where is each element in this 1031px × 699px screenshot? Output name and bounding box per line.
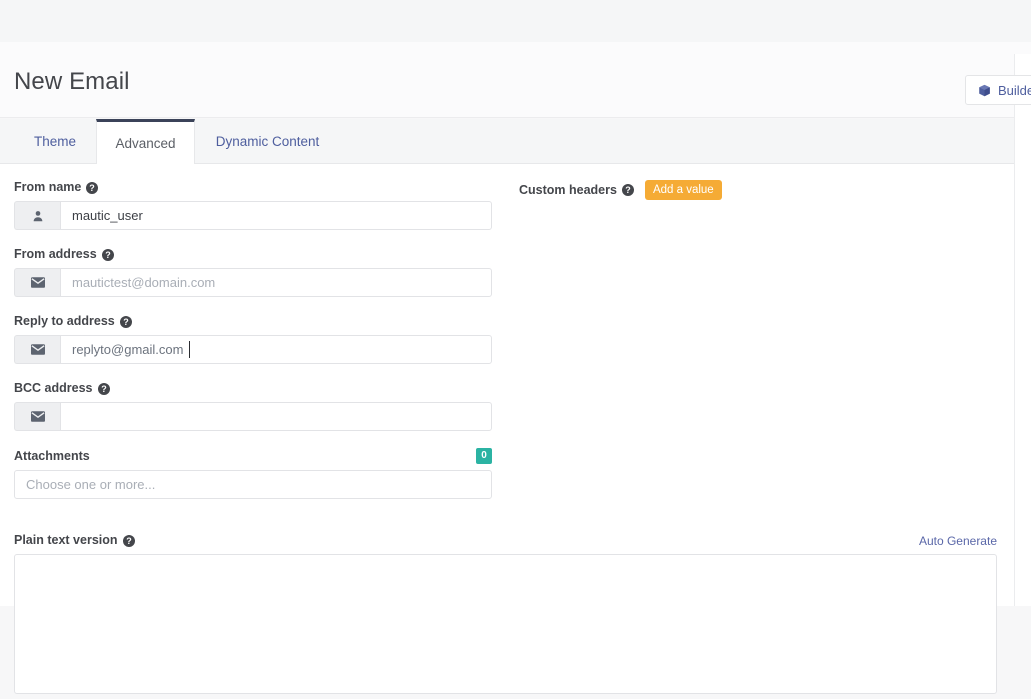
svg-text:?: ?: [105, 250, 111, 260]
left-form-column: From name ? From address ?: [14, 180, 492, 516]
svg-text:?: ?: [101, 384, 107, 394]
envelope-icon: [14, 335, 60, 364]
svg-text:?: ?: [90, 183, 96, 193]
attachments-select[interactable]: Choose one or more...: [14, 470, 492, 499]
attachments-label-row: Attachments 0: [14, 448, 492, 464]
browser-secondary-strip: [0, 42, 1031, 54]
tab-theme[interactable]: Theme: [14, 119, 96, 164]
page-title: New Email: [14, 68, 130, 95]
help-icon[interactable]: ?: [101, 248, 114, 261]
tab-theme-label: Theme: [33, 134, 77, 149]
help-icon[interactable]: ?: [621, 184, 634, 196]
envelope-icon: [14, 402, 60, 431]
user-icon: [14, 201, 60, 230]
add-a-value-button[interactable]: Add a value: [644, 180, 722, 200]
from-name-label-text: From name: [14, 180, 82, 194]
bcc-address-group: BCC address ?: [14, 381, 492, 431]
attachments-label: Attachments: [14, 449, 90, 464]
reply-to-address-group: Reply to address ?: [14, 314, 492, 364]
attachments-group: Attachments 0 Choose one or more...: [14, 448, 492, 499]
from-address-label: From address ?: [14, 247, 492, 262]
browser-top-strip: [0, 0, 1031, 42]
page-right-gutter: [1014, 54, 1031, 606]
help-icon[interactable]: ?: [122, 534, 135, 547]
custom-headers-label-text: Custom headers: [519, 182, 617, 197]
bcc-address-label-text: BCC address: [14, 381, 93, 395]
cube-icon: [978, 84, 991, 97]
attachments-placeholder: Choose one or more...: [26, 477, 156, 492]
right-form-column: Custom headers ? Add a value: [519, 180, 997, 217]
text-caret: [189, 341, 190, 358]
builder-button[interactable]: Builder: [965, 75, 1031, 105]
bcc-address-input-group: [14, 402, 492, 431]
custom-headers-label: Custom headers ? Add a value: [519, 180, 997, 200]
svg-text:?: ?: [126, 536, 132, 546]
from-address-label-text: From address: [14, 247, 97, 261]
help-icon[interactable]: ?: [86, 181, 99, 194]
reply-to-address-label: Reply to address ?: [14, 314, 492, 329]
from-name-group: From name ?: [14, 180, 492, 230]
from-name-input[interactable]: [60, 201, 492, 230]
tab-dynamic-content[interactable]: Dynamic Content: [195, 119, 340, 164]
from-name-input-group: [14, 201, 492, 230]
attachments-label-text: Attachments: [14, 448, 90, 463]
tab-advanced[interactable]: Advanced: [96, 119, 195, 165]
reply-to-address-input[interactable]: [60, 335, 492, 364]
custom-headers-group: Custom headers ? Add a value: [519, 180, 997, 200]
help-icon[interactable]: ?: [97, 382, 110, 395]
plain-text-label: Plain text version ?: [14, 533, 135, 548]
from-address-input-group: [14, 268, 492, 297]
help-icon[interactable]: ?: [119, 315, 132, 328]
auto-generate-link[interactable]: Auto Generate: [919, 534, 997, 548]
tab-dynamic-content-label: Dynamic Content: [215, 134, 320, 149]
from-address-input[interactable]: [60, 268, 492, 297]
from-name-label: From name ?: [14, 180, 492, 195]
advanced-tab-panel: From name ? From address ?: [0, 164, 1014, 694]
bcc-address-input[interactable]: [60, 402, 492, 431]
plain-text-version-group: Plain text version ? Auto Generate: [14, 533, 997, 699]
from-address-group: From address ?: [14, 247, 492, 297]
page-header: New Email: [0, 54, 1014, 118]
plain-text-textarea[interactable]: [14, 554, 997, 694]
tab-advanced-label: Advanced: [115, 136, 176, 151]
plain-text-label-text: Plain text version: [14, 533, 118, 547]
svg-text:?: ?: [625, 185, 631, 195]
builder-button-label: Builder: [998, 82, 1031, 98]
tab-bar: Theme Advanced Dynamic Content: [0, 119, 1014, 165]
reply-to-address-input-group: [14, 335, 492, 364]
reply-to-address-label-text: Reply to address: [14, 314, 115, 328]
bcc-address-label: BCC address ?: [14, 381, 492, 396]
envelope-icon: [14, 268, 60, 297]
attachments-count-badge: 0: [476, 448, 492, 464]
svg-text:?: ?: [123, 317, 129, 327]
plain-text-label-row: Plain text version ? Auto Generate: [14, 533, 997, 548]
